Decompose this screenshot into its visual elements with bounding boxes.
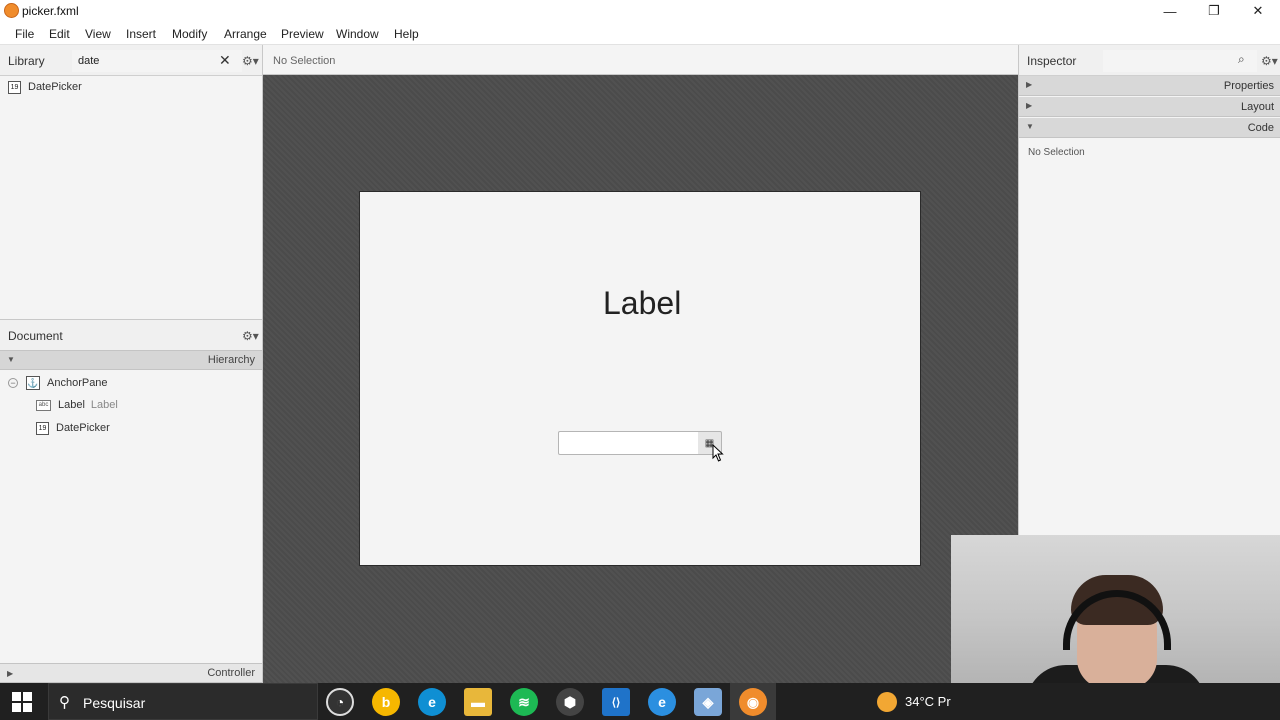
library-title: Library	[8, 54, 45, 68]
taskbar-app-vscode-icon[interactable]: ⟨⟩	[602, 688, 630, 716]
controller-section-bar[interactable]: ▶ Controller	[0, 663, 262, 683]
library-item-label: DatePicker	[28, 81, 82, 93]
menu-edit[interactable]: Edit	[49, 27, 70, 41]
controller-label: Controller	[207, 667, 255, 679]
windows-start-icon[interactable]	[12, 692, 32, 712]
hierarchy-section-bar[interactable]: ▼ Hierarchy	[0, 350, 262, 370]
document-header: Document ⚙▾	[0, 319, 262, 351]
library-gear-icon[interactable]: ⚙▾	[242, 54, 259, 68]
taskbar-app-edge-icon[interactable]: e	[418, 688, 446, 716]
inspector-panel: Inspector ⌕ ⚙▾ ▶ Properties ▶ Layout ▼ C…	[1018, 45, 1280, 535]
menu-bar: File Edit View Insert Modify Arrange Pre…	[0, 22, 1280, 45]
menu-preview[interactable]: Preview	[281, 27, 324, 41]
left-panel: Library ✕ ⚙▾ 19 DatePicker Document ⚙▾ ▼…	[0, 45, 263, 683]
tree-item-datepicker[interactable]: 19 DatePicker	[36, 419, 110, 437]
webcam-overlay	[951, 535, 1280, 683]
search-icon: ⚲	[59, 694, 70, 711]
document-title: Document	[8, 329, 63, 343]
menu-window[interactable]: Window	[336, 27, 379, 41]
collapsed-triangle-icon: ▶	[1026, 80, 1033, 89]
search-icon[interactable]: ⌕	[1238, 52, 1245, 67]
section-label: Code	[1247, 122, 1274, 134]
tree-item-label: DatePicker	[56, 422, 110, 434]
taskbar-app-internet-explorer-icon[interactable]: e	[648, 688, 676, 716]
design-anchorpane[interactable]: Label ▦	[359, 191, 921, 566]
inspector-search-input[interactable]	[1103, 50, 1257, 72]
weather-sun-cloud-icon[interactable]	[877, 692, 897, 712]
inspector-title: Inspector	[1027, 54, 1077, 68]
menu-insert[interactable]: Insert	[126, 27, 156, 41]
datepicker-icon: 19	[36, 421, 49, 435]
section-label: Layout	[1240, 101, 1274, 113]
menu-arrange[interactable]: Arrange	[224, 27, 267, 41]
label-icon: abc	[36, 399, 51, 411]
content-header: No Selection	[263, 45, 1018, 75]
collapsed-triangle-icon: ▶	[1026, 101, 1033, 110]
section-layout[interactable]: ▶ Layout	[1019, 97, 1280, 117]
menu-help[interactable]: Help	[394, 27, 419, 41]
anchorpane-icon: ⚓	[26, 376, 40, 390]
clear-search-icon[interactable]: ✕	[219, 52, 231, 69]
menu-view[interactable]: View	[85, 27, 111, 41]
datepicker-icon: 19	[8, 80, 21, 94]
taskbar: ⚲ Pesquisar ◔ b e ▬ ≋ ⬢ ⟨⟩ e ◈ ◉ 34°C Pr	[0, 683, 1280, 720]
tree-item-sublabel: Label	[90, 399, 118, 411]
expanded-triangle-icon: ▼	[1026, 122, 1034, 131]
section-code[interactable]: ▼ Code	[1019, 118, 1280, 138]
document-gear-icon[interactable]: ⚙▾	[242, 329, 259, 343]
inspector-gear-icon[interactable]: ⚙▾	[1261, 54, 1278, 68]
taskbar-search[interactable]: ⚲ Pesquisar	[48, 683, 318, 720]
weather-widget[interactable]: 34°C Pr	[905, 694, 951, 709]
collapse-icon[interactable]: −	[8, 378, 18, 388]
restore-button[interactable]: ❐	[1192, 0, 1236, 22]
tree-item-label: Label	[58, 399, 85, 411]
datepicker-text-field[interactable]	[558, 431, 700, 455]
selection-status: No Selection	[273, 55, 336, 67]
title-bar: picker.fxml — ❐ ✕	[0, 0, 1280, 22]
library-search-input[interactable]	[72, 50, 242, 72]
library-header: Library ✕ ⚙▾	[0, 45, 262, 76]
taskbar-app-3d-icon[interactable]: ◈	[694, 688, 722, 716]
close-window-button[interactable]: ✕	[1236, 0, 1280, 22]
design-label[interactable]: Label	[603, 285, 681, 322]
taskbar-app-spotify-icon[interactable]: ≋	[510, 688, 538, 716]
weather-temperature: 34°C	[905, 694, 935, 709]
minimize-button[interactable]: —	[1148, 0, 1192, 22]
menu-file[interactable]: File	[15, 27, 34, 41]
taskbar-app-bing-icon[interactable]: b	[372, 688, 400, 716]
library-item-datepicker[interactable]: 19 DatePicker	[8, 78, 82, 96]
scene-builder-app-icon	[4, 3, 19, 18]
weather-extra: Pr	[937, 694, 951, 709]
tree-item-label-node[interactable]: abc Label Label	[36, 396, 118, 414]
taskbar-app-file-explorer-icon[interactable]: ▬	[464, 688, 492, 716]
hierarchy-label: Hierarchy	[207, 354, 255, 366]
collapsed-triangle-icon: ▶	[7, 669, 14, 678]
tree-item-label: AnchorPane	[47, 377, 108, 389]
window-title: picker.fxml	[22, 4, 79, 18]
section-label: Properties	[1223, 80, 1274, 92]
taskbar-search-placeholder: Pesquisar	[83, 695, 146, 711]
menu-modify[interactable]: Modify	[172, 27, 207, 41]
mouse-cursor-icon	[712, 444, 724, 462]
inspector-no-selection: No Selection	[1028, 147, 1085, 158]
expanded-triangle-icon: ▼	[7, 355, 15, 364]
taskbar-app-unity-icon[interactable]: ⬢	[556, 688, 584, 716]
section-properties[interactable]: ▶ Properties	[1019, 76, 1280, 96]
tree-item-anchorpane[interactable]: − ⚓ AnchorPane	[8, 374, 108, 392]
taskbar-app-scene-builder-icon[interactable]: ◉	[739, 688, 767, 716]
taskbar-app-chrome-remote-icon[interactable]: ◔	[326, 688, 354, 716]
inspector-header: Inspector ⌕ ⚙▾	[1019, 45, 1280, 76]
